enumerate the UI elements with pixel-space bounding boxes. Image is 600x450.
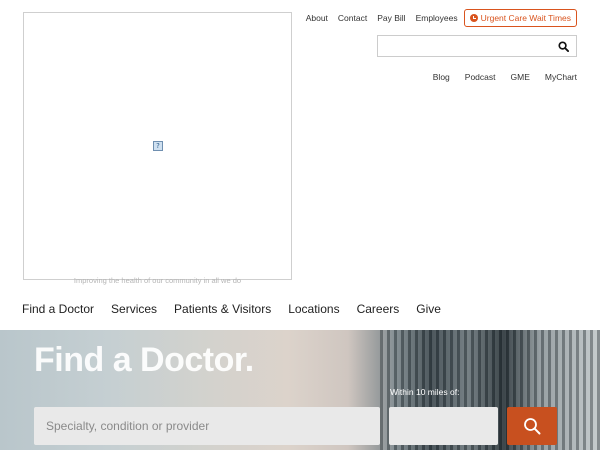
nav-link-mychart[interactable]: MyChart [545, 72, 577, 82]
doctor-search-button[interactable] [507, 407, 557, 445]
main-nav-patients-visitors[interactable]: Patients & Visitors [174, 302, 271, 316]
urgent-care-label: Urgent Care Wait Times [480, 13, 571, 23]
main-nav-find-a-doctor[interactable]: Find a Doctor [22, 302, 94, 316]
find-a-doctor-hero: Find a Doctor. Within 10 miles of: [0, 330, 600, 450]
location-input[interactable] [389, 407, 498, 445]
nav-link-gme[interactable]: GME [511, 72, 530, 82]
broken-image-icon: ? [153, 141, 163, 151]
nav-link-podcast[interactable]: Podcast [465, 72, 496, 82]
search-icon[interactable] [558, 41, 569, 52]
util-link-about[interactable]: About [306, 13, 328, 23]
utility-nav: About Contact Pay Bill Employees Urgent … [296, 9, 577, 27]
specialty-search-input[interactable] [34, 407, 380, 445]
search-icon [524, 418, 541, 435]
main-nav-careers[interactable]: Careers [357, 302, 400, 316]
urgent-care-wait-times-button[interactable]: Urgent Care Wait Times [463, 9, 577, 27]
util-link-contact[interactable]: Contact [338, 13, 367, 23]
secondary-nav: Blog Podcast GME MyChart [418, 72, 577, 82]
util-link-pay-bill[interactable]: Pay Bill [377, 13, 405, 23]
main-nav-give[interactable]: Give [416, 302, 441, 316]
nav-link-blog[interactable]: Blog [433, 72, 450, 82]
site-search-input[interactable] [378, 36, 548, 56]
main-nav: Find a Doctor Services Patients & Visito… [22, 302, 458, 316]
site-tagline: Improving the health of our community in… [73, 276, 242, 285]
site-search [377, 35, 577, 57]
hero-title: Find a Doctor. [34, 341, 254, 379]
clock-icon [469, 14, 478, 22]
main-nav-services[interactable]: Services [111, 302, 157, 316]
within-miles-label: Within 10 miles of: [390, 387, 460, 397]
util-link-employees[interactable]: Employees [416, 13, 458, 23]
main-nav-locations[interactable]: Locations [288, 302, 339, 316]
